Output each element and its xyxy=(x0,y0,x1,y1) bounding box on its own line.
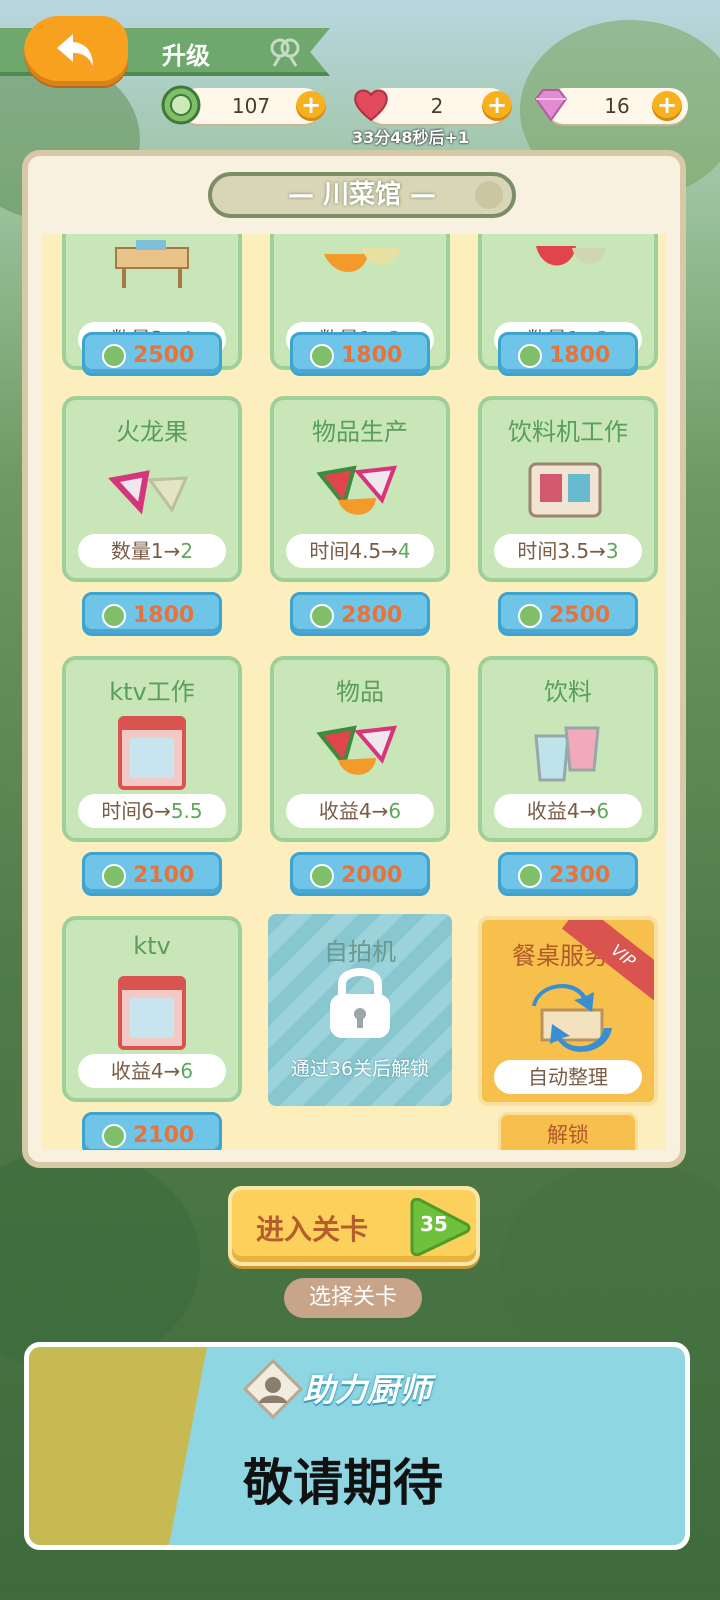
card-stat: 自动整理 xyxy=(494,1060,642,1094)
helper-chef-banner[interactable]: 助力厨师 敬请期待 xyxy=(24,1342,690,1550)
table-refresh-icon xyxy=(532,983,612,1052)
buy-button-6[interactable]: 2500 xyxy=(498,592,638,636)
coin-icon xyxy=(102,864,126,888)
lock-icon xyxy=(330,968,390,1038)
back-arrow-icon xyxy=(57,34,93,66)
select-level-button[interactable]: 选择关卡 xyxy=(284,1278,422,1318)
buy-button-7[interactable]: 2100 xyxy=(82,852,222,896)
upgrade-card-dragonfruit[interactable]: 火龙果 数量1→2 xyxy=(62,396,242,582)
drink-cups-icon xyxy=(534,726,600,782)
drink-machine-icon xyxy=(528,462,602,518)
restaurant-title: — 川菜馆 — xyxy=(208,172,516,218)
card-stat: 时间3.5→3 xyxy=(494,534,642,568)
chef-badge-icon xyxy=(243,1359,303,1419)
fruit-plate-icon xyxy=(316,465,398,515)
coin-icon xyxy=(518,344,542,368)
vip-card-table-service[interactable]: 餐桌服务 VIP 自动整理 xyxy=(478,916,658,1106)
buy-button-5[interactable]: 2800 xyxy=(290,592,430,636)
unlock-button[interactable]: 解锁 xyxy=(498,1112,638,1150)
dragonfruit-icon xyxy=(108,470,189,515)
coin-icon xyxy=(518,864,542,888)
add-heart-button[interactable]: + xyxy=(482,91,512,121)
heart-icon xyxy=(354,89,388,122)
buy-button-8[interactable]: 2000 xyxy=(290,852,430,896)
card-stat: 时间6→5.5 xyxy=(78,794,226,828)
card-stat: 收益4→6 xyxy=(286,794,434,828)
fruit-plate-icon xyxy=(316,725,398,775)
add-gem-button[interactable]: + xyxy=(652,91,682,121)
add-coin-button[interactable]: + xyxy=(296,91,326,121)
card-stat: 收益4→6 xyxy=(494,794,642,828)
helper-subtitle: 助力厨师 xyxy=(303,1371,432,1409)
upgrade-card-ktv[interactable]: ktv 收益4→6 xyxy=(62,916,242,1102)
upgrade-card-drink[interactable]: 饮料 收益4→6 xyxy=(478,656,658,842)
fruit-art-icon xyxy=(324,248,400,272)
ktv-booth-icon xyxy=(118,716,186,790)
level-number: 35 xyxy=(420,1212,448,1236)
upgrade-card-ktv-work[interactable]: ktv工作 时间6→5.5 xyxy=(62,656,242,842)
heart-timer: 33分48秒后+1 xyxy=(352,128,470,147)
enter-level-button[interactable]: 进入关卡 35 xyxy=(228,1186,480,1266)
table-art-icon xyxy=(115,240,189,288)
upgrade-card-production[interactable]: 物品生产 时间4.5→4 xyxy=(270,396,450,582)
coin-icon xyxy=(310,864,334,888)
buy-button-3[interactable]: 1800 xyxy=(498,332,638,376)
upgrade-card-drink-machine[interactable]: 饮料机工作 时间3.5→3 xyxy=(478,396,658,582)
locked-card-photo-booth[interactable]: 自拍机 通过36关后解锁 xyxy=(268,914,452,1106)
ktv-booth-icon xyxy=(118,976,186,1050)
helper-message: 敬请期待 xyxy=(243,1454,443,1512)
buy-button-9[interactable]: 2300 xyxy=(498,852,638,896)
upgrade-grid[interactable]: 数量3→4 2500 数量1→2 1800 数量1→2 1800 xyxy=(42,234,666,1150)
buy-button-2[interactable]: 1800 xyxy=(290,332,430,376)
card-stat: 数量1→2 xyxy=(78,534,226,568)
buy-button-4[interactable]: 1800 xyxy=(82,592,222,636)
coin-icon xyxy=(102,344,126,368)
coin-icon xyxy=(518,604,542,628)
upgrade-panel: — 川菜馆 — 数量3→4 2500 数量1→2 18 xyxy=(22,150,686,1168)
coin-icon xyxy=(102,1124,126,1148)
upgrade-card-item[interactable]: 物品 收益4→6 xyxy=(270,656,450,842)
buy-button-1[interactable]: 2500 xyxy=(82,332,222,376)
gem-icon xyxy=(534,89,568,122)
page-title: 升级 xyxy=(162,42,210,70)
card-stat: 时间4.5→4 xyxy=(286,534,434,568)
card-stat: 收益4→6 xyxy=(78,1054,226,1088)
coin-icon xyxy=(161,85,201,125)
back-button[interactable] xyxy=(24,16,128,86)
buy-button-10[interactable]: 2100 xyxy=(82,1112,222,1150)
coin-icon xyxy=(310,344,334,368)
chef-deco-icon xyxy=(475,181,503,209)
racket-icon xyxy=(270,38,300,67)
coin-icon xyxy=(102,604,126,628)
melon-art-icon xyxy=(536,246,606,266)
coin-icon xyxy=(310,604,334,628)
